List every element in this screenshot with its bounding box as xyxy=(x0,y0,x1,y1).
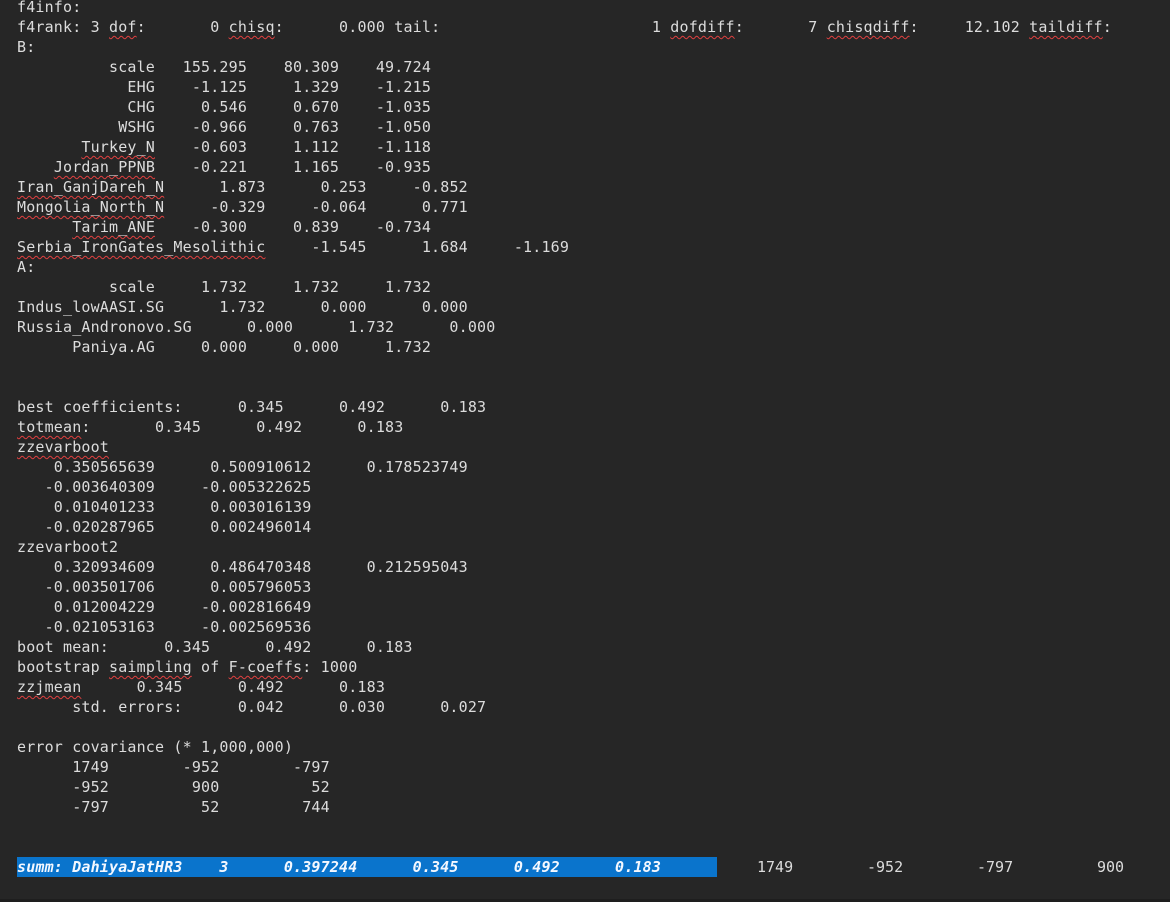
spellcheck-squiggle: saimpling xyxy=(109,658,192,676)
spellcheck-squiggle: zzjmean xyxy=(17,678,82,696)
text-line[interactable]: -797 52 744 xyxy=(17,797,330,817)
spellcheck-squiggle: taildiff xyxy=(1029,18,1103,36)
spellcheck-squiggle: Iran_GanjDareh_N xyxy=(17,178,165,196)
text-line[interactable]: zzjmean 0.345 0.492 0.183 xyxy=(17,677,385,697)
text-line[interactable]: 1749 -952 -797 xyxy=(17,757,330,777)
spellcheck-squiggle: dofdiff xyxy=(670,18,735,36)
text-line[interactable]: -952 900 52 xyxy=(17,777,330,797)
text-line[interactable]: scale 1.732 1.732 1.732 xyxy=(17,277,431,297)
text-line[interactable]: B: xyxy=(17,37,35,57)
text-line[interactable]: 0.012004229 -0.002816649 xyxy=(17,597,311,617)
spellcheck-squiggle: Mongolia_North_N xyxy=(17,198,165,216)
text-line[interactable]: EHG -1.125 1.329 -1.215 xyxy=(17,77,431,97)
spellcheck-squiggle: Jordan_PPNB xyxy=(53,158,156,176)
text-line[interactable]: -0.003640309 -0.005322625 xyxy=(17,477,312,497)
text-editor[interactable]: -797 52 744 -952 900 52 1749 -952 -797 er… xyxy=(0,0,1170,902)
text-line[interactable]: Paniya.AG 0.000 0.000 1.732 xyxy=(17,337,431,357)
spellcheck-squiggle: F-coeffs xyxy=(228,658,303,676)
summary-value-2: -952 xyxy=(867,858,904,876)
text-line[interactable]: Serbia_IronGates_Mesolithic -1.545 1.684… xyxy=(17,237,569,257)
summary-line-selected[interactable]: summ: DahiyaJatHR3 3 0.397244 0.345 0.49… xyxy=(17,857,661,877)
text-line[interactable]: CHG 0.546 0.670 -1.035 xyxy=(17,97,431,117)
text-line[interactable]: scale 155.295 80.309 49.724 xyxy=(17,57,431,77)
spellcheck-squiggle: zzevarboot xyxy=(17,438,110,456)
text-line[interactable]: zzevarboot2 xyxy=(17,537,118,557)
text-line[interactable]: 0.350565639 0.500910612 0.178523749 xyxy=(17,457,468,477)
text-line[interactable]: Jordan_PPNB -0.221 1.165 -0.935 xyxy=(17,157,431,177)
text-line[interactable]: -0.003501706 0.005796053 xyxy=(17,577,312,597)
text-line[interactable]: WSHG -0.966 0.763 -1.050 xyxy=(17,117,431,137)
text-line[interactable]: std. errors: 0.042 0.030 0.027 xyxy=(17,697,486,717)
spellcheck-squiggle: dof xyxy=(109,18,137,36)
text-line[interactable]: boot mean: 0.345 0.492 0.183 xyxy=(17,637,413,657)
text-line[interactable]: best coefficients: 0.345 0.492 0.183 xyxy=(17,397,486,417)
spellcheck-squiggle: Tarim_ANE xyxy=(72,218,156,236)
summary-value-3: -797 xyxy=(977,858,1014,876)
text-line[interactable]: Mongolia_North_N -0.329 -0.064 0.771 xyxy=(17,197,468,217)
spellcheck-squiggle: Serbia_IronGates_Mesolithic xyxy=(17,238,266,256)
text-line[interactable]: 0.010401233 0.003016139 xyxy=(17,497,311,517)
text-line[interactable]: Indus_lowAASI.SG 1.732 0.000 0.000 xyxy=(17,297,468,317)
text-line[interactable]: Turkey_N -0.603 1.112 -1.118 xyxy=(17,137,431,157)
text-line[interactable]: 0.320934609 0.486470348 0.212595043 xyxy=(17,557,468,577)
text-line[interactable]: -0.020287965 0.002496014 xyxy=(17,517,312,537)
spellcheck-squiggle: chisq xyxy=(228,18,275,36)
text-line[interactable]: zzevarboot xyxy=(17,437,109,457)
spellcheck-squiggle: totmean xyxy=(17,418,82,436)
text-line[interactable]: Russia_Andronovo.SG 0.000 1.732 0.000 xyxy=(17,317,495,337)
summary-value-1: 1749 xyxy=(757,858,794,876)
text-line[interactable]: Iran_GanjDareh_N 1.873 0.253 -0.852 xyxy=(17,177,468,197)
text-line[interactable]: f4rank: 3 dof: 0 chisq: 0.000 tail: 1 do… xyxy=(17,17,1112,37)
spellcheck-squiggle: Turkey_N xyxy=(81,138,156,156)
text-line[interactable]: A: xyxy=(17,257,35,277)
text-line[interactable]: Tarim_ANE -0.300 0.839 -0.734 xyxy=(17,217,431,237)
summary-value-4: 900 xyxy=(1097,858,1125,876)
text-line[interactable]: f4info: xyxy=(17,0,81,17)
text-line[interactable]: error covariance (* 1,000,000) xyxy=(17,737,293,757)
text-line[interactable]: bootstrap saimpling of F-coeffs: 1000 xyxy=(17,657,357,677)
text-line[interactable]: -0.021053163 -0.002569536 xyxy=(17,617,312,637)
text-line[interactable]: totmean: 0.345 0.492 0.183 xyxy=(17,417,403,437)
spellcheck-squiggle: chisqdiff xyxy=(826,18,910,36)
